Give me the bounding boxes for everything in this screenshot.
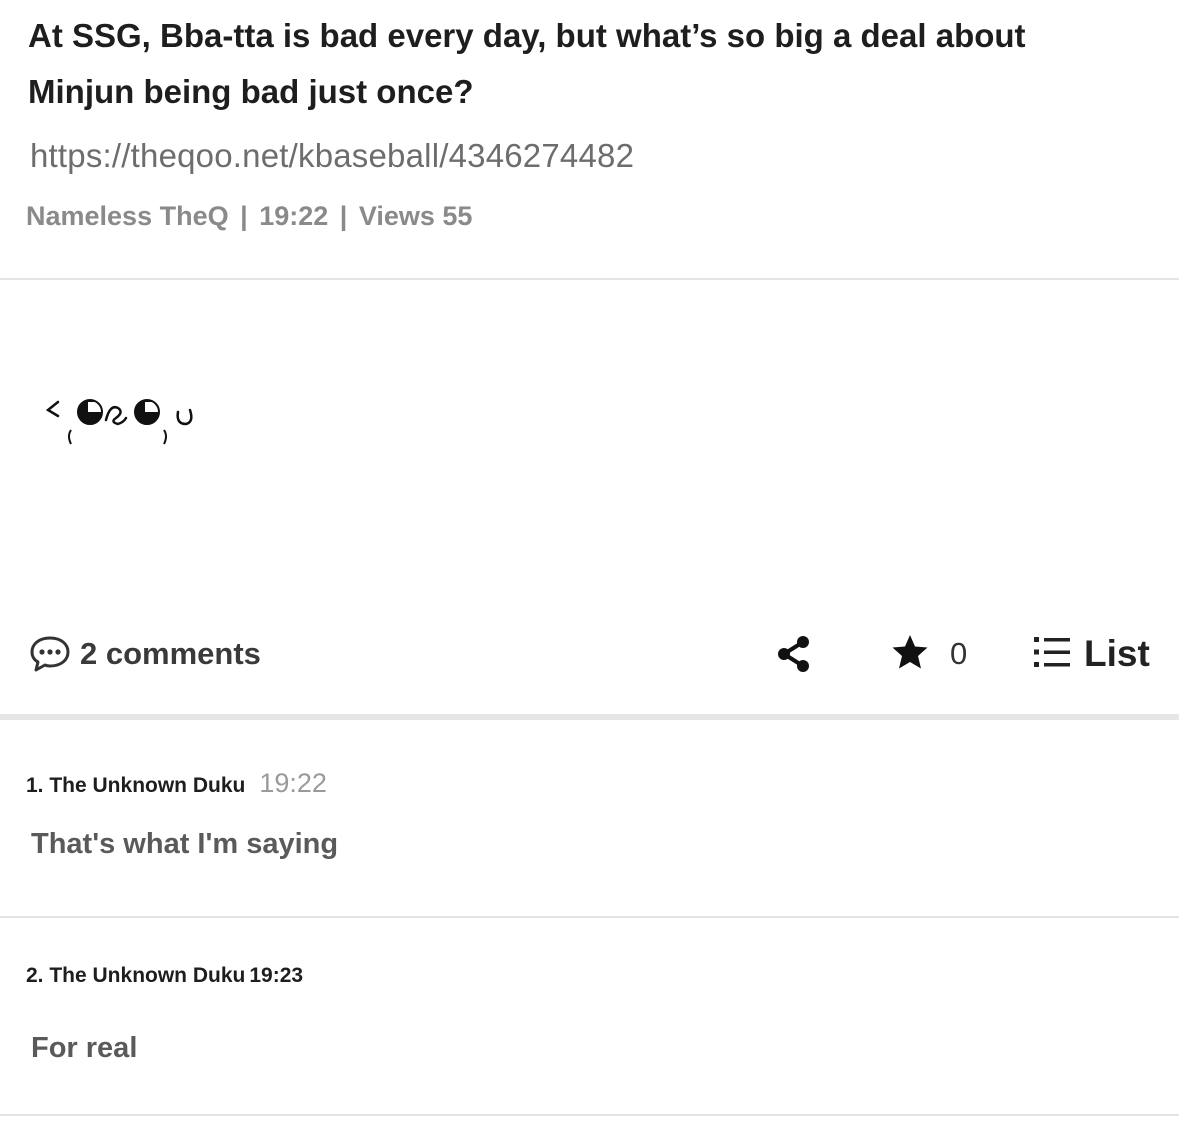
comments-count-label: 2 comments [80,636,261,671]
list-icon [1032,634,1072,675]
post-header: At SSG, Bba-tta is bad every day, but wh… [0,0,1179,280]
post-action-bar: 2 comments 0 List [0,620,1179,690]
post-title: At SSG, Bba-tta is bad every day, but wh… [28,17,1026,110]
comment-author[interactable]: 1. The Unknown Duku [26,774,245,798]
share-button[interactable] [774,634,814,674]
favorite-button[interactable]: 0 [890,634,967,674]
comments-button[interactable]: 2 comments [28,632,261,676]
comment-text: That's what I'm saying [31,828,339,860]
favorite-count: 0 [950,636,968,671]
post-time: 19:22 [259,201,329,231]
post-author[interactable]: Nameless TheQ [26,201,229,231]
post-url-link[interactable]: https://theqoo.net/kbaseball/4346274482 [30,134,634,178]
meta-separator: | [240,201,248,231]
post-views: Views 55 [358,201,473,231]
comment-time: 19:22 [259,768,327,798]
list-label: List [1084,633,1150,674]
comment-item: 2. The Unknown Duku 19:23 For real [0,918,1179,1114]
header-divider [0,278,1179,280]
comment-time: 19:23 [249,964,304,987]
comment-text: For real [31,1032,138,1064]
star-icon [890,632,930,677]
kaomoji-face-icon [44,390,204,454]
comment-header: 2. The Unknown Duku 19:23 [26,964,303,988]
speech-bubble-icon [28,634,72,674]
comment-item: 1. The Unknown Duku 19:22 That's what I'… [0,720,1179,916]
post-meta: Nameless TheQ | 19:22 | Views 55 [26,198,472,234]
list-button[interactable]: List [1032,632,1150,676]
comment-header: 1. The Unknown Duku 19:22 [26,768,327,799]
share-icon [774,636,814,678]
comment-divider [0,1114,1179,1116]
meta-separator: | [339,201,348,231]
comment-author[interactable]: 2. The Unknown Duku [26,964,245,988]
